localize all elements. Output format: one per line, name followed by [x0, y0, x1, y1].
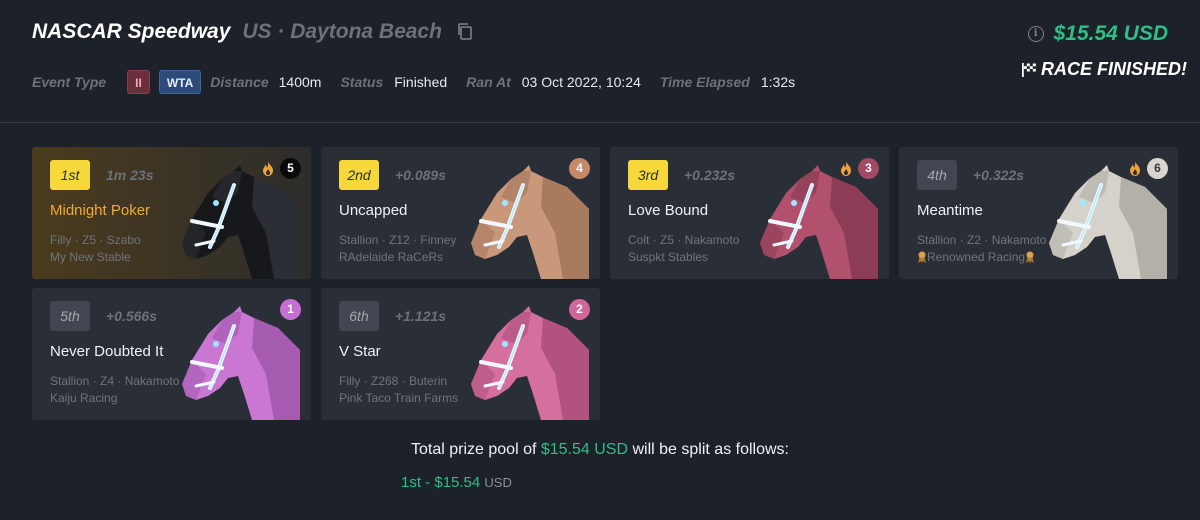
time-gap: +0.566s: [106, 308, 157, 324]
prize-split-suffix: will be split as follows:: [632, 441, 789, 458]
track-name: NASCAR Speedway: [32, 20, 231, 43]
prize-split-text: Total prize pool of $15.54 USD will be s…: [0, 441, 1200, 459]
status-value: Finished: [394, 74, 448, 90]
race-finished-text: RACE FINISHED!: [1040, 59, 1187, 79]
payout-amount: $15.54: [434, 474, 481, 491]
horse-details: Filly · Z268 · Buterin: [339, 374, 448, 388]
flame-icon: [841, 161, 851, 176]
position-badge: 6th: [339, 301, 379, 331]
horse-portrait: [760, 165, 878, 279]
ribbon-icon: [918, 251, 926, 263]
track-location: US · Daytona Beach: [242, 20, 442, 43]
distance-label: Distance: [210, 74, 269, 90]
result-card[interactable]: 4th +0.322s Meantime Stallion · Z2 · Nakamo…: [899, 147, 1178, 279]
position-badge: 3rd: [628, 160, 668, 190]
prize-pool: i $15.54 USD: [1027, 22, 1168, 46]
result-card[interactable]: 3rd +0.232s Love Bound Colt · Z5 · Nakamoto…: [610, 147, 889, 279]
status-label: Status: [340, 74, 384, 90]
title-row: NASCAR Speedway US · Daytona Beach: [32, 20, 474, 44]
horse-name[interactable]: Love Bound: [628, 202, 708, 219]
horse-details: Colt · Z5 · Nakamoto: [628, 233, 740, 247]
prize-split-prefix: Total prize pool of: [411, 441, 537, 458]
horse-name[interactable]: Meantime: [917, 202, 983, 219]
horse-name[interactable]: Midnight Poker: [50, 202, 150, 219]
gate-number-badge: 1: [280, 299, 301, 320]
race-info-row: Event Type II WTA Distance 1400m Status …: [32, 70, 795, 94]
time-gap: 1m 23s: [106, 167, 154, 183]
event-type-badge: WTA: [158, 70, 202, 94]
gate-number-badge: 6: [1147, 158, 1168, 179]
result-card[interactable]: 1st 1m 23s Midnight Poker Filly · Z5 · Szab…: [32, 147, 311, 279]
checkered-flag-icon: [1021, 62, 1036, 77]
ran-at-label: Ran At: [466, 74, 511, 90]
class-badge: II: [127, 70, 150, 94]
time-elapsed-value: 1:32s: [760, 74, 796, 90]
result-card[interactable]: 2nd +0.089s Uncapped Stallion · Z12 · Finne…: [321, 147, 600, 279]
horse-portrait: [1049, 165, 1167, 279]
result-card[interactable]: 6th +1.121s V Star Filly · Z268 · Buterin Pi…: [321, 288, 600, 420]
horse-details: Filly · Z5 · Szabo: [50, 233, 141, 247]
gate-number-badge: 5: [280, 158, 301, 179]
stable-name: Renowned Racing: [917, 250, 1035, 264]
stable-name-text: Renowned Racing: [927, 250, 1026, 264]
race-header: NASCAR Speedway US · Daytona Beach Event…: [0, 0, 1200, 123]
horse-name[interactable]: Uncapped: [339, 202, 407, 219]
stable-name: Pink Taco Train Farms: [339, 391, 459, 405]
result-card[interactable]: 5th +0.566s Never Doubted It Stallion · Z4 …: [32, 288, 311, 420]
event-type-label: Event Type: [32, 74, 107, 90]
prize-split-amount: $15.54 USD: [540, 441, 629, 458]
stable-name: Suspkt Stables: [628, 250, 709, 264]
stable-name: Kaiju Racing: [50, 391, 118, 405]
position-badge: 4th: [917, 160, 957, 190]
position-badge: 1st: [50, 160, 90, 190]
payout-sep: -: [421, 474, 435, 491]
gate-number-badge: 2: [569, 299, 590, 320]
horse-details: Stallion · Z4 · Nakamoto: [50, 374, 180, 388]
payout-row: 1st - $15.54 USD: [401, 474, 512, 491]
gate-number-badge: 4: [569, 158, 590, 179]
horse-name[interactable]: Never Doubted It: [50, 343, 163, 360]
ran-at-value: 03 Oct 2022, 10:24: [521, 74, 641, 90]
race-finished-banner: RACE FINISHED!: [1021, 59, 1187, 80]
distance-value: 1400m: [278, 74, 322, 90]
position-badge: 2nd: [339, 160, 379, 190]
prize-amount: $15.54 USD: [1053, 22, 1168, 45]
horse-portrait: [182, 165, 300, 279]
flame-icon: [263, 161, 273, 176]
time-gap: +0.232s: [684, 167, 735, 183]
time-gap: +0.089s: [395, 167, 446, 183]
horse-details: Stallion · Z2 · Nakamoto: [917, 233, 1047, 247]
horse-name[interactable]: V Star: [339, 343, 381, 360]
payout-place: 1st: [401, 474, 422, 491]
horse-portrait: [471, 306, 589, 420]
flame-icon: [1130, 161, 1140, 176]
copy-icon[interactable]: [456, 22, 474, 40]
ribbon-icon: [1026, 251, 1035, 263]
horse-details: Stallion · Z12 · Finney: [339, 233, 457, 247]
time-gap: +1.121s: [395, 308, 446, 324]
horse-portrait: [471, 165, 589, 279]
time-elapsed-label: Time Elapsed: [659, 74, 750, 90]
horse-portrait: [182, 306, 300, 420]
gate-number-badge: 3: [858, 158, 879, 179]
stable-name: My New Stable: [50, 250, 131, 264]
position-badge: 5th: [50, 301, 90, 331]
info-icon[interactable]: i: [1027, 26, 1044, 42]
time-gap: +0.322s: [973, 167, 1024, 183]
stable-name: RAdelaide RaCeRs: [339, 250, 444, 264]
payout-unit: USD: [484, 475, 512, 490]
